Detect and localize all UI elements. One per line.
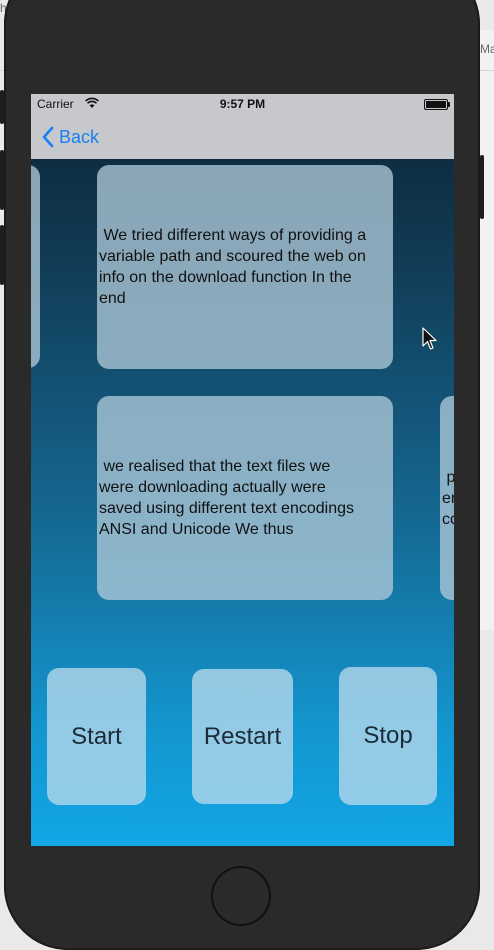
text-card-partial-right[interactable]: p er co — [440, 396, 454, 600]
restart-label: Restart — [203, 722, 282, 750]
navigation-bar: Back — [31, 114, 454, 159]
mouse-cursor-icon — [422, 327, 437, 350]
simulator-screen: Carrier 9:57 PM Back We tried different … — [31, 94, 454, 846]
volume-up-button — [0, 150, 4, 210]
text-card[interactable]: we realised that the text files we were … — [97, 396, 393, 600]
power-button — [480, 155, 484, 219]
back-button[interactable]: Back — [41, 124, 99, 150]
card-text: We tried different ways of providing a v… — [99, 227, 367, 307]
back-chevron-icon — [42, 126, 54, 148]
back-label: Back — [59, 126, 100, 147]
status-time: 9:57 PM — [219, 97, 266, 111]
card-text: p er co — [442, 468, 454, 528]
silent-switch — [0, 90, 4, 124]
desktop-divider — [480, 70, 494, 71]
start-label: Start — [71, 722, 122, 750]
start-button[interactable]: Start — [47, 668, 146, 805]
text-card-partial-left[interactable] — [31, 165, 40, 368]
restart-button[interactable]: Restart — [192, 669, 293, 804]
text-card[interactable]: We tried different ways of providing a v… — [97, 165, 393, 369]
battery-icon — [424, 99, 450, 110]
status-bar: Carrier 9:57 PM — [31, 94, 454, 114]
stop-label: Stop — [363, 722, 413, 749]
card-text: we realised that the text files we were … — [99, 458, 354, 538]
desktop-right-fragment: Ma — [480, 42, 494, 56]
stop-button[interactable]: Stop — [339, 667, 437, 805]
volume-down-button — [0, 225, 4, 285]
home-button[interactable] — [211, 866, 271, 926]
